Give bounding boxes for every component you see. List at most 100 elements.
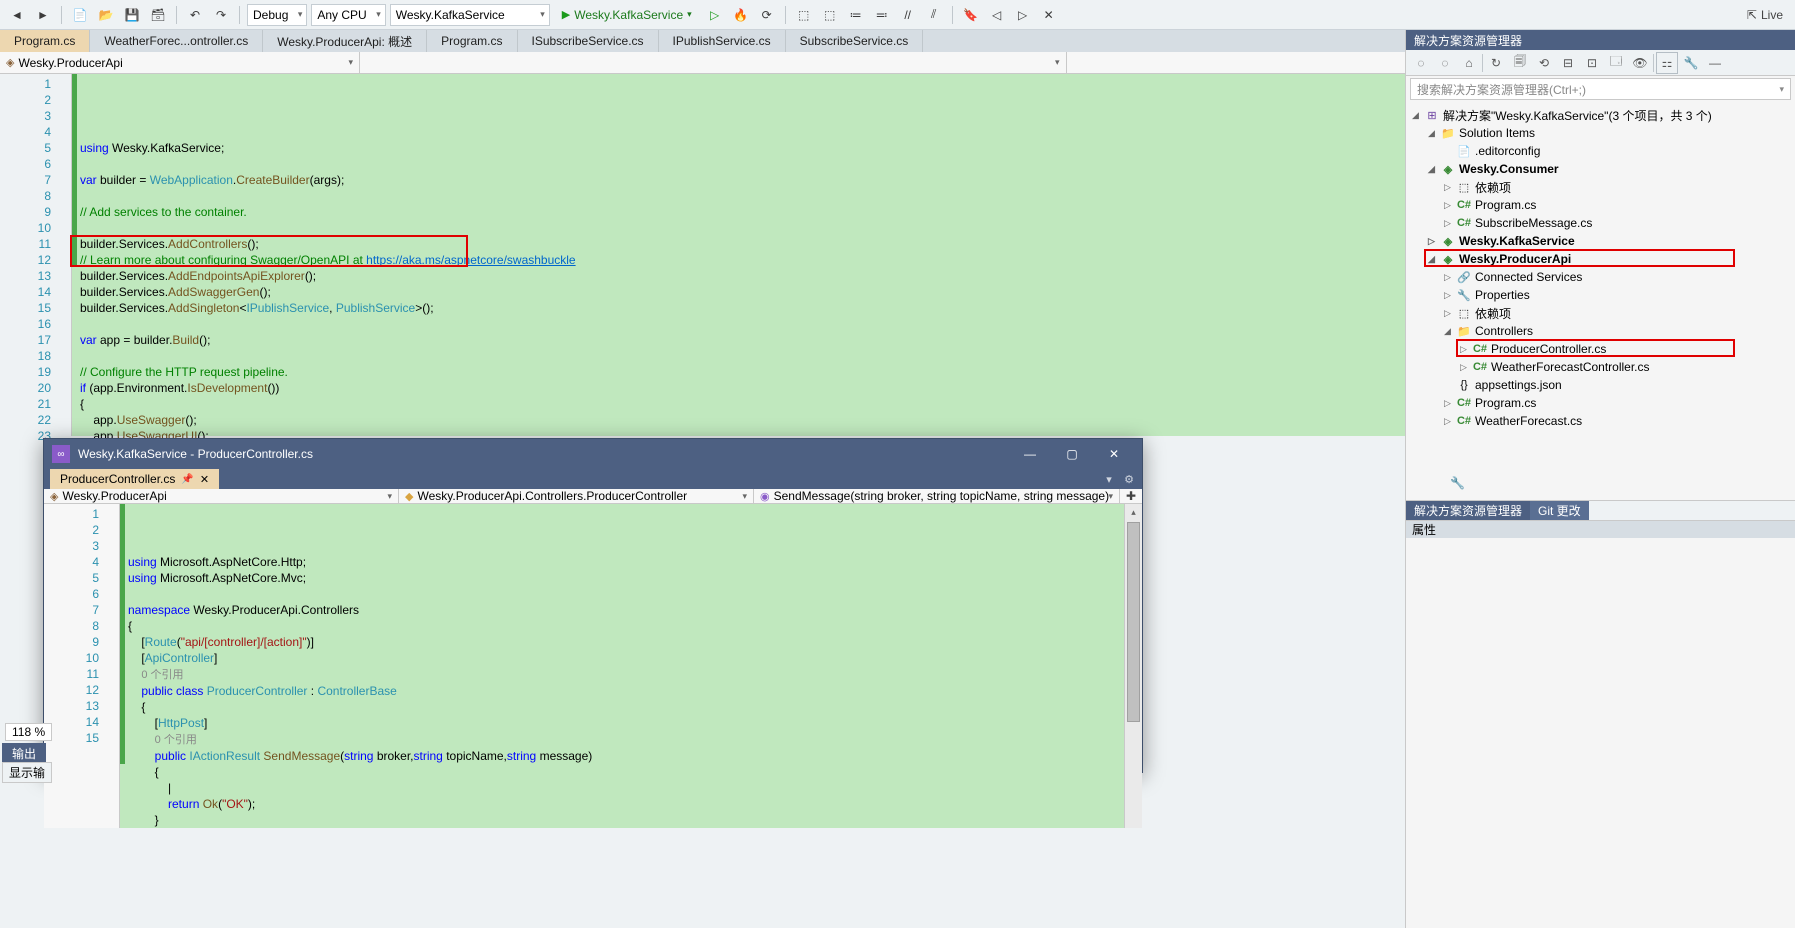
fwd-icon[interactable]: ◌ bbox=[1434, 52, 1456, 74]
sync-icon[interactable]: ↻ bbox=[1485, 52, 1507, 74]
wrench-icon[interactable]: 🔧 bbox=[1680, 52, 1702, 74]
tree-item[interactable]: ▷C#Program.cs bbox=[1406, 394, 1795, 412]
tree-item[interactable]: ▷C#Program.cs bbox=[1406, 196, 1795, 214]
collapse-icon[interactable]: ⊟ bbox=[1557, 52, 1579, 74]
float-nav-project[interactable]: ◈Wesky.ProducerApi bbox=[44, 489, 399, 503]
pending-icon[interactable]: 🗐 bbox=[1509, 52, 1531, 74]
tree-item[interactable]: ▷C#ProducerController.cs bbox=[1406, 340, 1795, 358]
properties-icon[interactable]: 🗔 bbox=[1605, 52, 1627, 74]
float-scroll-thumb[interactable] bbox=[1127, 522, 1140, 722]
tab-producerapi-overview[interactable]: Wesky.ProducerApi: 概述 bbox=[263, 30, 427, 52]
tab-weather[interactable]: WeatherForec...ontroller.cs bbox=[90, 30, 263, 52]
properties-wrench-icon[interactable]: 🔧 bbox=[1450, 476, 1465, 490]
undo-icon[interactable]: ↶ bbox=[184, 4, 206, 26]
tree-item[interactable]: ▷🔧Properties bbox=[1406, 286, 1795, 304]
hint-tab[interactable]: 显示输 bbox=[2, 762, 52, 783]
config-combo[interactable]: Debug bbox=[247, 4, 307, 26]
new-icon[interactable]: 📄 bbox=[69, 4, 91, 26]
tree-item[interactable]: ▷⬚依赖项 bbox=[1406, 178, 1795, 196]
preview-icon[interactable]: 👁 bbox=[1629, 52, 1651, 74]
tab-isubscribe[interactable]: ISubscribeService.cs bbox=[518, 30, 659, 52]
uncomment-icon[interactable]: ⫽ bbox=[923, 4, 945, 26]
method-icon: ◉ bbox=[760, 490, 770, 503]
comment-icon[interactable]: // bbox=[897, 4, 919, 26]
tree-item[interactable]: ▷🔗Connected Services bbox=[1406, 268, 1795, 286]
showall-icon[interactable]: ⊡ bbox=[1581, 52, 1603, 74]
scroll-up-icon[interactable]: ▴ bbox=[1125, 504, 1142, 520]
tree-item[interactable]: ◢◈Wesky.Consumer bbox=[1406, 160, 1795, 178]
share-icon: ⇱ bbox=[1747, 8, 1757, 22]
zoom-level[interactable]: 118 % bbox=[5, 723, 52, 741]
step-icon[interactable]: ⬚ bbox=[793, 4, 815, 26]
float-gutter: 123456789101112131415 bbox=[44, 504, 120, 828]
tree-item[interactable]: ▷C#WeatherForecastController.cs bbox=[1406, 358, 1795, 376]
bm-prev-icon[interactable]: ◁ bbox=[986, 4, 1008, 26]
bookmark-icon[interactable]: 🔖 bbox=[960, 4, 982, 26]
float-settings-icon[interactable]: ⚙ bbox=[1120, 469, 1138, 489]
tree-item[interactable]: ▷C#WeatherForecast.cs bbox=[1406, 412, 1795, 430]
back-icon[interactable]: ◌ bbox=[1410, 52, 1432, 74]
tab-git-changes[interactable]: Git 更改 bbox=[1530, 501, 1589, 520]
tree-item[interactable]: ◢◈Wesky.ProducerApi bbox=[1406, 250, 1795, 268]
tab-solution-explorer[interactable]: 解决方案资源管理器 bbox=[1406, 501, 1530, 520]
tree-item[interactable]: 📄.editorconfig bbox=[1406, 142, 1795, 160]
output-tab[interactable]: 输出 bbox=[2, 743, 46, 764]
tab-program2[interactable]: Program.cs bbox=[427, 30, 517, 52]
nav-fwd-icon[interactable]: ► bbox=[32, 4, 54, 26]
solution-search[interactable]: 搜索解决方案资源管理器(Ctrl+;) bbox=[1410, 78, 1791, 100]
play-icon: ▶ bbox=[562, 8, 570, 21]
save-icon[interactable]: 💾 bbox=[121, 4, 143, 26]
filter-icon[interactable]: — bbox=[1704, 52, 1726, 74]
tree-item[interactable]: ▷⬚依赖项 bbox=[1406, 304, 1795, 322]
float-code-area[interactable]: using Microsoft.AspNetCore.Http;using Mi… bbox=[120, 504, 1124, 828]
float-overflow-icon[interactable]: ▾ bbox=[1100, 469, 1118, 489]
saveall-icon[interactable]: 🗃 bbox=[147, 4, 169, 26]
pin-icon[interactable]: 📌 bbox=[181, 474, 193, 485]
tab-program-cs[interactable]: Program.cs bbox=[0, 30, 90, 52]
startup-combo[interactable]: Wesky.KafkaService bbox=[390, 4, 550, 26]
refresh2-icon[interactable]: ⟲ bbox=[1533, 52, 1555, 74]
tree-item[interactable]: ▷C#SubscribeMessage.cs bbox=[1406, 214, 1795, 232]
live-share[interactable]: ⇱Live bbox=[1747, 8, 1789, 22]
float-code-editor[interactable]: 123456789101112131415 using Microsoft.As… bbox=[44, 504, 1142, 828]
maximize-icon[interactable]: ▢ bbox=[1052, 439, 1092, 469]
float-tab-producer[interactable]: ProducerController.cs 📌 ✕ bbox=[50, 469, 219, 489]
tab-close-icon[interactable]: ✕ bbox=[200, 473, 209, 486]
nav-back-icon[interactable]: ◄ bbox=[6, 4, 28, 26]
tree-item[interactable]: ▷◈Wesky.KafkaService bbox=[1406, 232, 1795, 250]
nav-project-combo[interactable]: ◈Wesky.ProducerApi bbox=[0, 52, 360, 73]
panel-toolbar: ◌ ◌ ⌂ ↻ 🗐 ⟲ ⊟ ⊡ 🗔 👁 ⚏ 🔧 — bbox=[1406, 50, 1795, 76]
line-gutter: 1234567891011121314151617181920212223 bbox=[0, 74, 72, 436]
solution-tree[interactable]: ◢⊞解决方案"Wesky.KafkaService"(3 个项目，共 3 个) … bbox=[1406, 102, 1795, 500]
open-icon[interactable]: 📂 bbox=[95, 4, 117, 26]
tab-ipublish[interactable]: IPublishService.cs bbox=[659, 30, 786, 52]
tab-subscribe[interactable]: SubscribeService.cs bbox=[786, 30, 924, 52]
float-nav-member[interactable]: ◉SendMessage(string broker, string topic… bbox=[754, 489, 1120, 503]
platform-combo[interactable]: Any CPU bbox=[311, 4, 385, 26]
panel-bottom-tabs: 解决方案资源管理器 Git 更改 bbox=[1406, 500, 1795, 520]
minimize-icon[interactable]: — bbox=[1010, 439, 1050, 469]
float-vscroll[interactable]: ▴ bbox=[1124, 504, 1142, 828]
bm-next-icon[interactable]: ▷ bbox=[1012, 4, 1034, 26]
tree-item[interactable]: ◢📁Controllers bbox=[1406, 322, 1795, 340]
floating-editor-window: ∞ Wesky.KafkaService - ProducerControlle… bbox=[43, 438, 1143, 773]
float-titlebar[interactable]: ∞ Wesky.KafkaService - ProducerControlle… bbox=[44, 439, 1142, 469]
bm-clear-icon[interactable]: ✕ bbox=[1038, 4, 1060, 26]
hot-reload-icon[interactable]: 🔥 bbox=[730, 4, 752, 26]
start-nod-icon[interactable]: ▷ bbox=[704, 4, 726, 26]
solution-root[interactable]: ◢⊞解决方案"Wesky.KafkaService"(3 个项目，共 3 个) bbox=[1406, 106, 1795, 124]
view-icon[interactable]: ⚏ bbox=[1656, 52, 1678, 74]
indent-icon[interactable]: ≔ bbox=[845, 4, 867, 26]
float-nav-class[interactable]: ◆Wesky.ProducerApi.Controllers.ProducerC… bbox=[399, 489, 754, 503]
home-icon[interactable]: ⌂ bbox=[1458, 52, 1480, 74]
outdent-icon[interactable]: ≕ bbox=[871, 4, 893, 26]
tree-item[interactable]: ◢📁Solution Items bbox=[1406, 124, 1795, 142]
step2-icon[interactable]: ⬚ bbox=[819, 4, 841, 26]
refresh-icon[interactable]: ⟳ bbox=[756, 4, 778, 26]
tree-item[interactable]: {}appsettings.json bbox=[1406, 376, 1795, 394]
start-debug-button[interactable]: ▶Wesky.KafkaService▾ bbox=[554, 4, 700, 26]
float-split-icon[interactable]: ✚ bbox=[1120, 489, 1142, 503]
nav-class-combo[interactable] bbox=[360, 52, 1067, 73]
close-icon[interactable]: ✕ bbox=[1094, 439, 1134, 469]
redo-icon[interactable]: ↷ bbox=[210, 4, 232, 26]
